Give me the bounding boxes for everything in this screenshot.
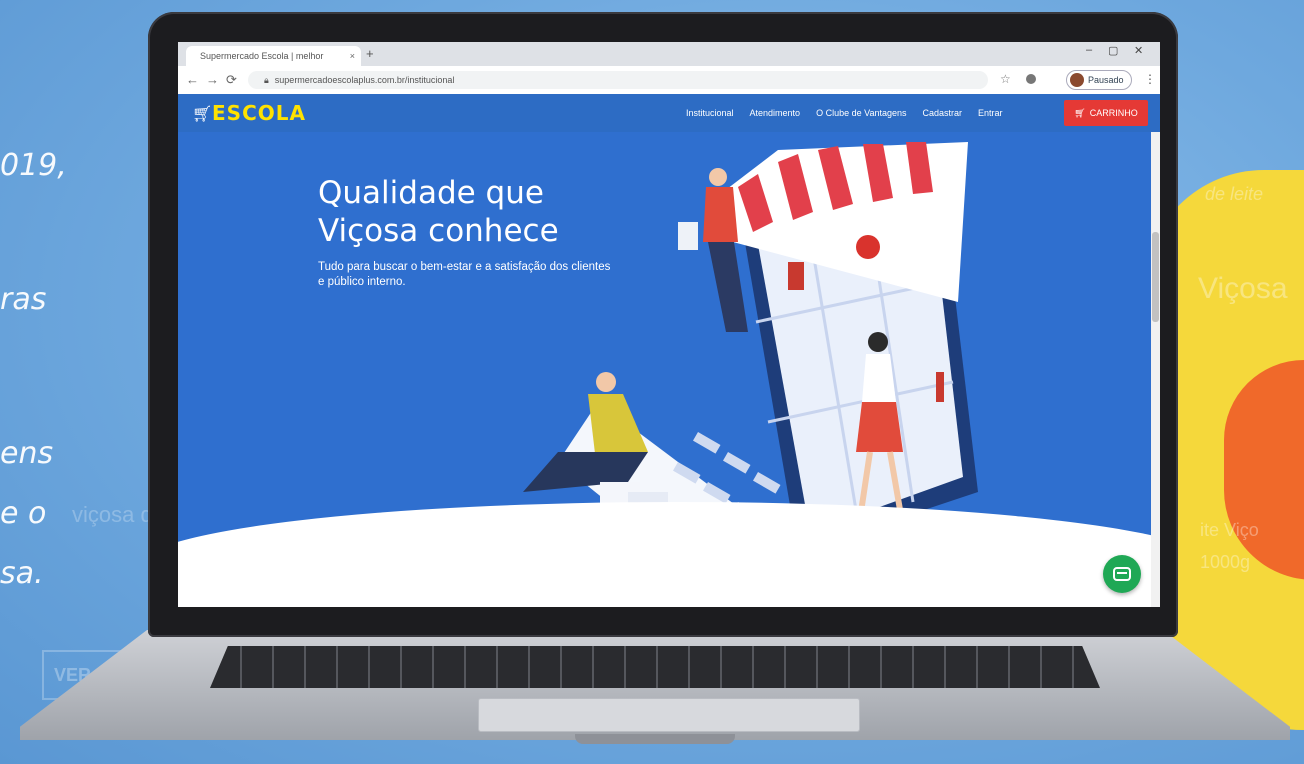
close-window-icon[interactable]: ✕ [1134, 44, 1143, 57]
page-scrollbar[interactable] [1151, 132, 1160, 607]
bg-text-line-3: ens [0, 436, 54, 471]
bg-text-line-1: 019, [0, 148, 67, 183]
bg-right-text-1: de leite [1205, 184, 1264, 204]
hero-title: Qualidade que Viçosa conhece [318, 175, 559, 249]
site-nav: Institucional Atendimento O Clube de Van… [686, 94, 1003, 132]
browser-address-bar: ← → ⟳ 🔒︎ supermercadoescolaplus.com.br/i… [178, 66, 1160, 95]
cart-button[interactable]: 🛒︎ CARRINHO [1064, 100, 1148, 126]
browser-tab[interactable]: Supermercado Escola | melhor × [186, 46, 361, 66]
site-logo[interactable]: ESCOLA [212, 101, 306, 125]
cart-icon: 🛒︎ [1074, 107, 1086, 118]
bg-right-text-3: ite Viço [1200, 520, 1259, 540]
hero-wave [178, 502, 1160, 607]
bg-right-text-4: 1000g [1200, 552, 1251, 572]
nav-atendimento[interactable]: Atendimento [750, 108, 801, 118]
back-icon[interactable]: ← [186, 72, 199, 87]
browser-tab-bar: Supermercado Escola | melhor × + – ▢ ✕ [178, 42, 1160, 66]
hero-subtitle: Tudo para buscar o bem-estar e a satisfa… [318, 261, 611, 288]
message-icon [1113, 567, 1131, 581]
minimize-icon[interactable]: – [1086, 44, 1092, 56]
bookmark-star-icon[interactable]: ☆ [1000, 72, 1011, 86]
scrollbar-thumb[interactable] [1152, 232, 1159, 322]
reload-icon[interactable]: ⟳ [226, 72, 237, 88]
logo-cart-icon: 🛒︎ [192, 106, 213, 123]
nav-clube-vantagens[interactable]: O Clube de Vantagens [816, 108, 906, 118]
site-header: 🛒︎ ESCOLA Institucional Atendimento O Cl… [178, 94, 1160, 132]
browser-menu-icon[interactable]: ⋮ [1144, 72, 1156, 86]
laptop-screen: Supermercado Escola | melhor × + – ▢ ✕ ←… [178, 42, 1160, 607]
laptop-notch [575, 734, 735, 744]
nav-entrar[interactable]: Entrar [978, 108, 1003, 118]
forward-icon[interactable]: → [206, 72, 219, 87]
chat-button[interactable] [1103, 555, 1141, 593]
bg-faint-text: viçosa d [72, 502, 153, 527]
bg-text-line-4: e o [0, 496, 47, 531]
laptop-trackpad [478, 698, 860, 732]
profile-button[interactable]: Pausado [1066, 70, 1132, 90]
lock-icon: 🔒︎ [264, 74, 269, 85]
avatar [1070, 73, 1084, 87]
bg-right-text-2: Viçosa [1198, 272, 1288, 305]
tab-title: Supermercado Escola | melhor [200, 51, 324, 61]
nav-cadastrar[interactable]: Cadastrar [922, 108, 962, 118]
profile-label: Pausado [1088, 75, 1124, 85]
bg-text-line-5: sa. [0, 556, 44, 591]
laptop-keyboard [210, 646, 1100, 688]
nav-institucional[interactable]: Institucional [686, 108, 734, 118]
extension-icon[interactable] [1026, 74, 1036, 84]
url-field[interactable]: 🔒︎ supermercadoescolaplus.com.br/institu… [248, 71, 988, 89]
hero-section: Qualidade que Viçosa conhece Tudo para b… [178, 132, 1160, 607]
maximize-icon[interactable]: ▢ [1108, 44, 1118, 57]
url-text: supermercadoescolaplus.com.br/institucio… [274, 75, 455, 85]
bg-text-line-2: ras [0, 282, 47, 317]
cart-label: CARRINHO [1089, 108, 1138, 118]
tab-close-icon[interactable]: × [350, 51, 355, 61]
new-tab-icon[interactable]: + [366, 46, 374, 61]
